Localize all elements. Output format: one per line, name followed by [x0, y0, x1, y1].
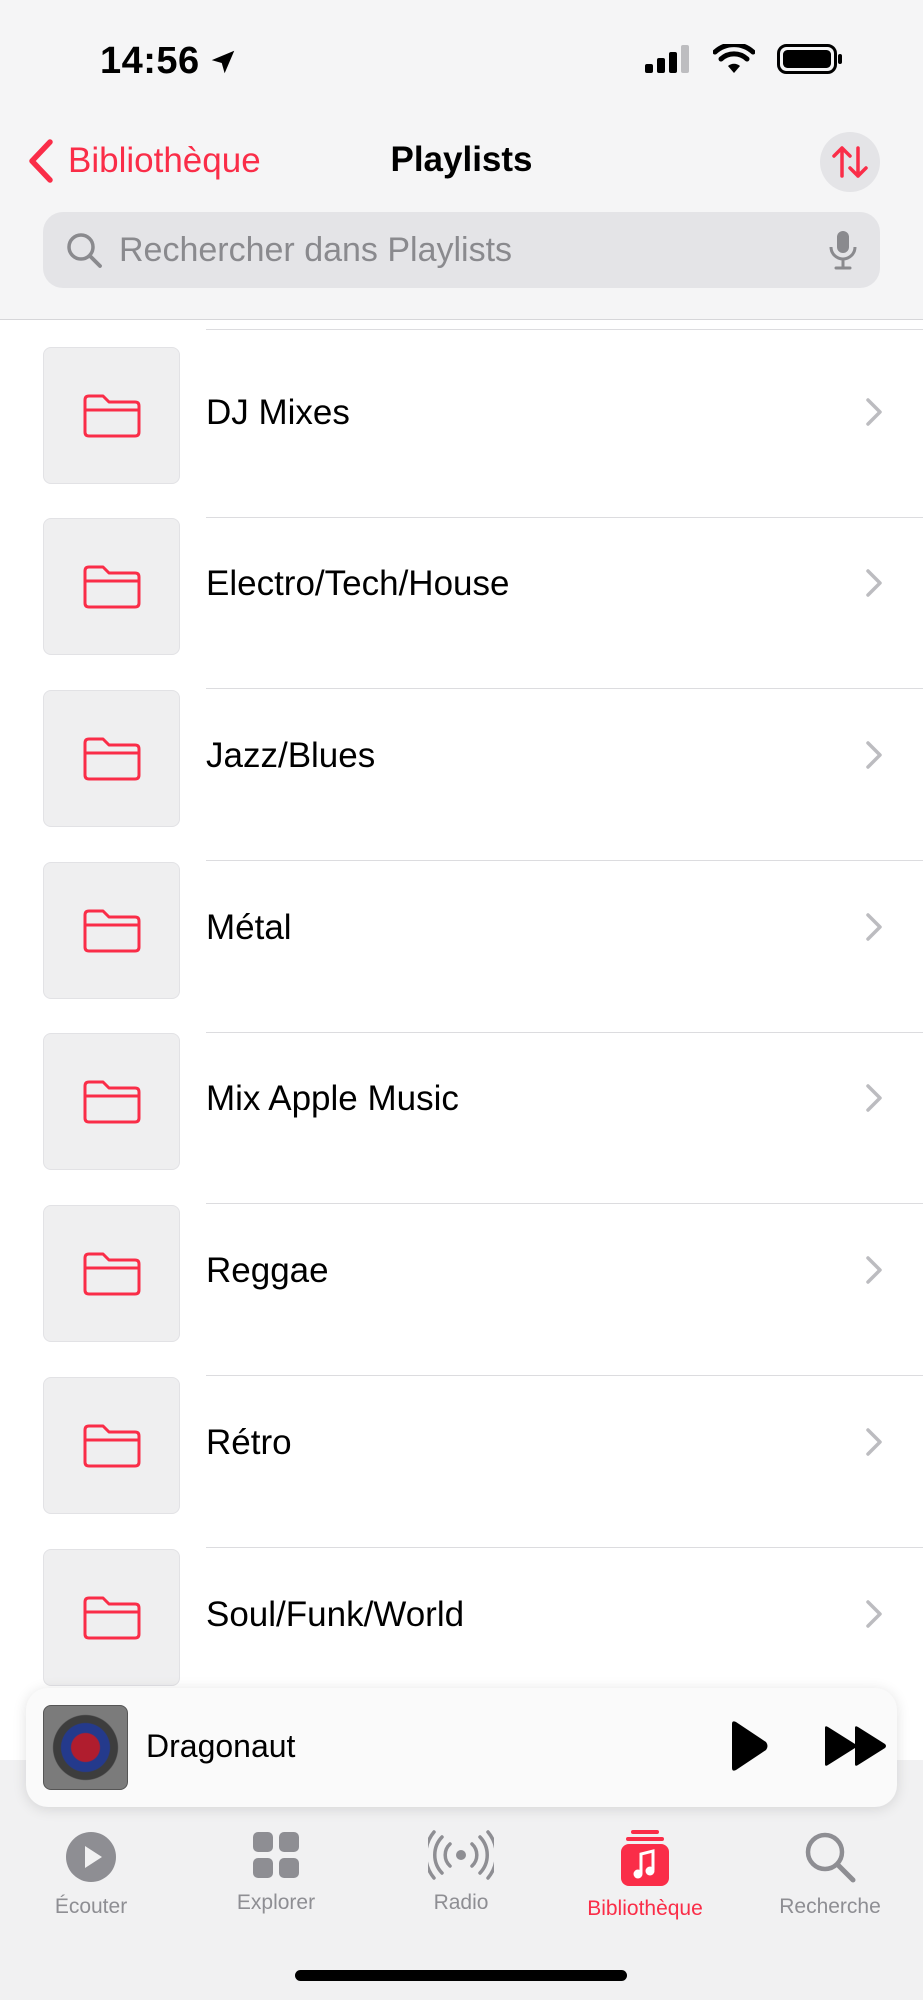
list-separator [206, 1375, 923, 1376]
list-item[interactable]: DJ Mixes [0, 347, 923, 518]
chevron-right-icon [866, 1084, 882, 1112]
microphone-icon[interactable] [828, 229, 858, 271]
wifi-icon [713, 44, 755, 73]
list-separator [206, 860, 923, 861]
tab-radio[interactable]: Radio [381, 1830, 541, 1915]
folder-icon [83, 565, 140, 608]
list-item-label: DJ Mixes [206, 393, 350, 432]
folder-icon [83, 737, 140, 780]
now-playing-title: Dragonaut [146, 1728, 296, 1764]
search-input[interactable]: Rechercher dans Playlists [43, 212, 880, 288]
list-item[interactable]: Jazz/Blues [0, 690, 923, 861]
folder-thumbnail [43, 1549, 180, 1686]
tab-recherche[interactable]: Recherche [750, 1830, 910, 1919]
play-icon[interactable] [726, 1718, 770, 1774]
chevron-right-icon [866, 569, 882, 597]
list-item-label: Rétro [206, 1423, 292, 1462]
album-artwork [43, 1705, 128, 1790]
folder-icon [83, 1080, 140, 1123]
list-item-label: Métal [206, 908, 292, 947]
chevron-right-icon [866, 1428, 882, 1456]
chevron-right-icon [866, 741, 882, 769]
tab-explorer[interactable]: Explorer [196, 1830, 356, 1915]
folder-icon [83, 909, 140, 952]
search-icon [805, 1832, 856, 1883]
tab-label: Radio [433, 1891, 489, 1914]
navigation-header: 14:56 Bibliothèque Playlists Rechercher … [0, 0, 923, 320]
list-item-label: Reggae [206, 1251, 329, 1290]
folder-icon [83, 1596, 140, 1639]
cellular-signal-icon [645, 45, 689, 73]
tab-label: Explorer [236, 1891, 316, 1914]
radio-waves-icon [423, 1830, 499, 1880]
folder-thumbnail [43, 347, 180, 484]
tab-label: Bibliothèque [587, 1897, 703, 1920]
chevron-right-icon [866, 913, 882, 941]
folder-thumbnail [43, 1033, 180, 1170]
battery-icon [777, 44, 842, 74]
list-item[interactable]: Métal [0, 862, 923, 1033]
sort-arrows-icon [832, 146, 868, 178]
chevron-right-icon [866, 1256, 882, 1284]
status-time-text: 14:56 [100, 40, 200, 82]
page-title: Playlists [390, 140, 533, 179]
folder-icon [83, 1424, 140, 1467]
list-item-label: Mix Apple Music [206, 1079, 459, 1118]
tab-label: Recherche [779, 1895, 881, 1918]
tab-bibliotheque[interactable]: Bibliothèque [565, 1830, 725, 1921]
search-icon [67, 233, 102, 268]
sort-button[interactable] [820, 132, 880, 192]
list-item-label: Electro/Tech/House [206, 564, 510, 603]
music-library-icon [621, 1830, 669, 1886]
list-item-label: Jazz/Blues [206, 736, 376, 775]
tab-ecouter[interactable]: Écouter [11, 1830, 171, 1919]
list-item[interactable]: Rétro [0, 1377, 923, 1548]
list-item[interactable]: Electro/Tech/House [0, 518, 923, 689]
list-separator [206, 688, 923, 689]
status-time: 14:56 [100, 40, 238, 83]
folder-icon [83, 394, 140, 437]
tab-label: Écouter [54, 1895, 128, 1918]
mini-player[interactable]: Dragonaut [26, 1688, 897, 1807]
folder-thumbnail [43, 690, 180, 827]
folder-icon [83, 1252, 140, 1295]
play-circle-icon [66, 1832, 116, 1882]
folder-thumbnail [43, 862, 180, 999]
grid-icon [253, 1832, 299, 1878]
fast-forward-icon[interactable] [822, 1723, 890, 1769]
list-item[interactable]: Mix Apple Music [0, 1033, 923, 1204]
list-separator [206, 1203, 923, 1204]
folder-thumbnail [43, 1377, 180, 1514]
list-separator [206, 1547, 923, 1548]
list-item-label: Soul/Funk/World [206, 1595, 465, 1634]
chevron-right-icon [866, 1600, 882, 1628]
search-placeholder: Rechercher dans Playlists [119, 230, 513, 269]
list-item[interactable]: Reggae [0, 1205, 923, 1376]
chevron-right-icon [866, 398, 882, 426]
folder-thumbnail [43, 518, 180, 655]
location-arrow-icon [211, 50, 234, 73]
list-separator [206, 329, 923, 330]
status-icons [645, 44, 843, 74]
home-indicator[interactable] [295, 1970, 627, 1981]
folder-thumbnail [43, 1205, 180, 1342]
